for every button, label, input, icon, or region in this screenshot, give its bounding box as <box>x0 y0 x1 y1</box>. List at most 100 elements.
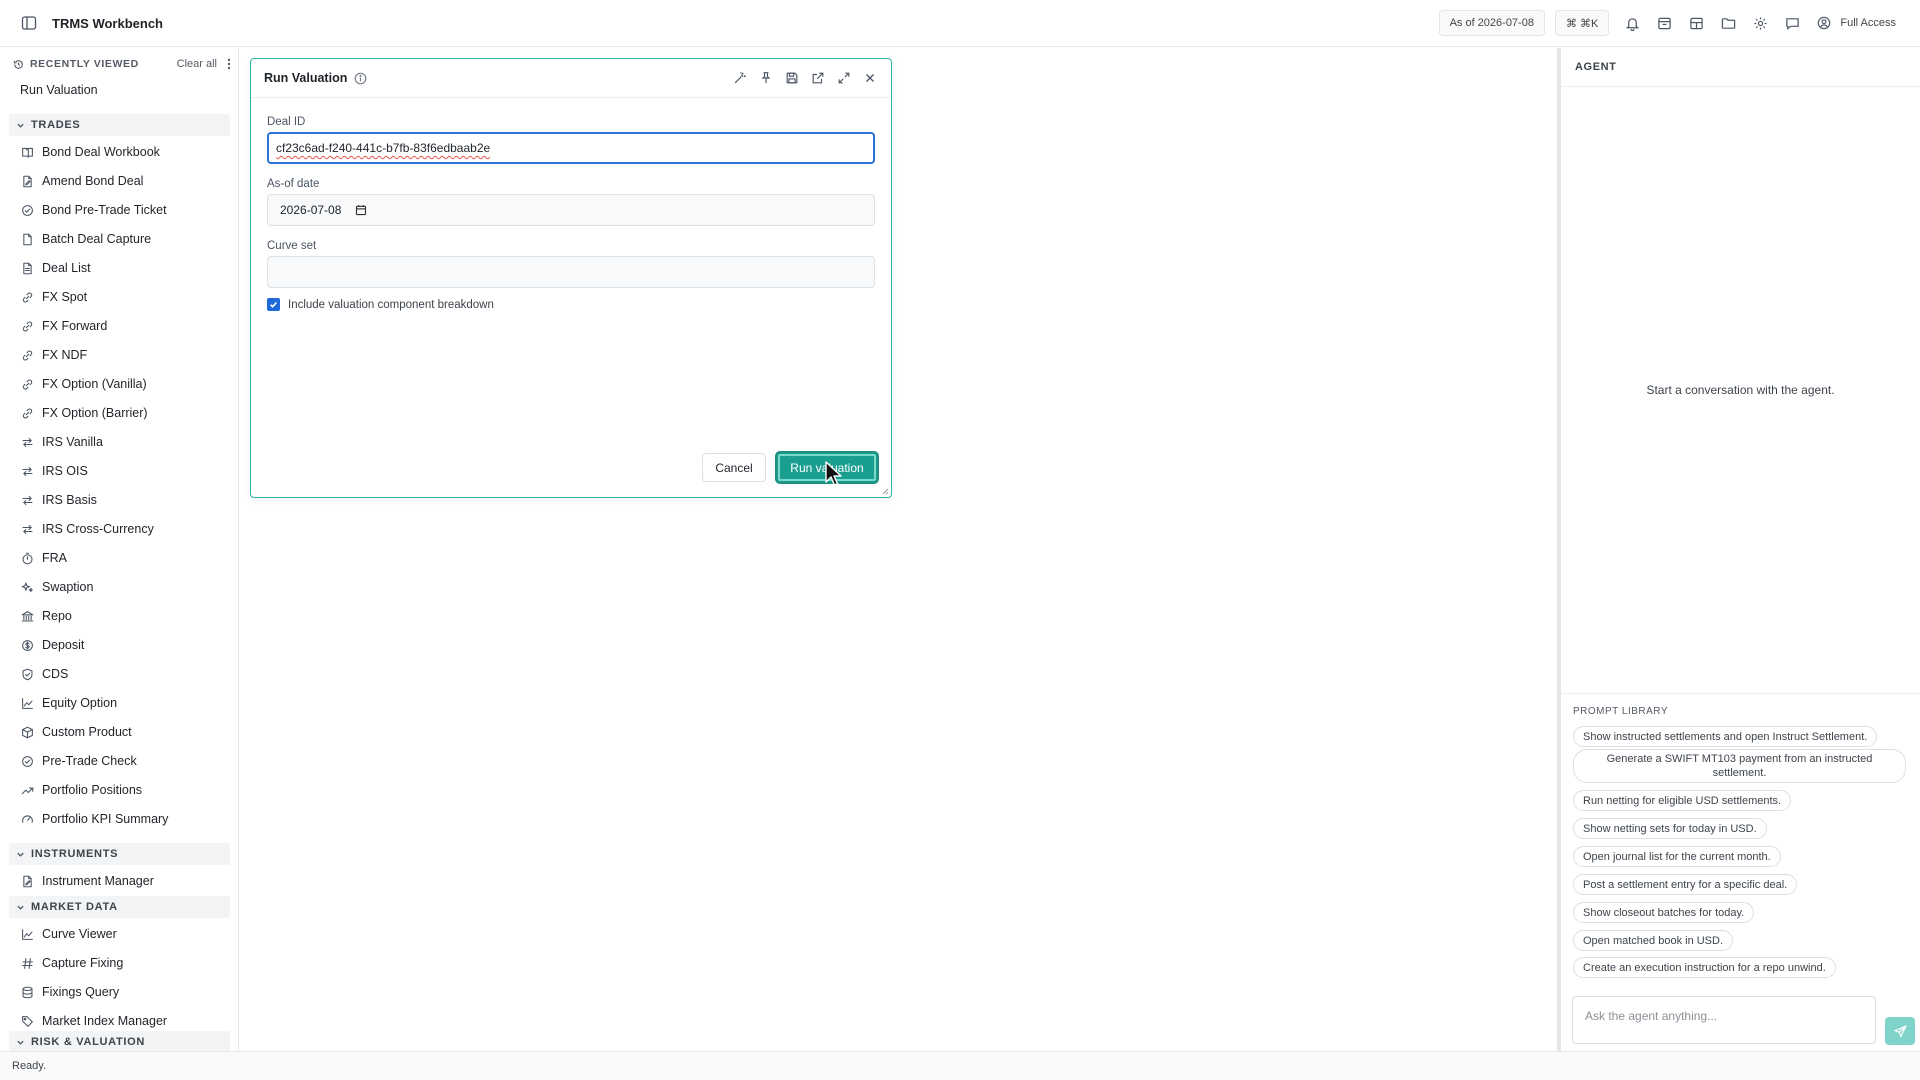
sidebar-item-swaption[interactable]: Swaption <box>20 577 93 597</box>
prompt-chip[interactable]: Show instructed settlements and open Ins… <box>1573 726 1878 747</box>
calendar-icon[interactable] <box>355 204 367 216</box>
recently-viewed-header: RECENTLY VIEWED Clear all <box>13 53 231 75</box>
sidebar-item-curve-viewer[interactable]: Curve Viewer <box>20 924 117 944</box>
external-link-icon[interactable] <box>811 71 825 85</box>
sidebar-item-label: FX Forward <box>42 319 108 333</box>
folder-icon[interactable] <box>1719 14 1737 32</box>
sidebar-item-fra[interactable]: FRA <box>20 548 67 568</box>
sidebar-item-fx-option-barrier[interactable]: FX Option (Barrier) <box>20 403 148 423</box>
sidebar-item-irs-ois[interactable]: IRS OIS <box>20 461 88 481</box>
recent-item-run-valuation[interactable]: Run Valuation <box>20 83 98 97</box>
command-palette-button[interactable]: ⌘ ⌘K <box>1554 10 1610 36</box>
sidebar-item-custom-product[interactable]: Custom Product <box>20 722 132 742</box>
prompt-chip[interactable]: Post a settlement entry for a specific d… <box>1573 874 1798 895</box>
bell-icon[interactable] <box>1623 14 1641 32</box>
sidebar-item-deposit[interactable]: Deposit <box>20 635 84 655</box>
info-icon[interactable] <box>354 72 367 85</box>
sidebar-toggle-icon[interactable] <box>20 14 38 32</box>
agent-panel: AGENT Start a conversation with the agen… <box>1557 48 1920 1051</box>
sidebar-item-capture-fixing[interactable]: Capture Fixing <box>20 953 123 973</box>
sidebar-item-portfolio-kpi-summary[interactable]: Portfolio KPI Summary <box>20 809 168 829</box>
sidebar-item-fx-option-vanilla[interactable]: FX Option (Vanilla) <box>20 374 147 394</box>
prompt-library-title: PROMPT LIBRARY <box>1573 706 1668 717</box>
dialog-header: Run Valuation <box>251 59 891 98</box>
deal-id-input[interactable]: cf23c6ad-f240-441c-b7fb-83f6edbaab2e <box>267 132 875 164</box>
run-valuation-dialog: Run Valuation Deal ID cf23c6ad-f240-441c… <box>250 58 892 498</box>
section-risk-label: RISK & VALUATION <box>31 1036 146 1048</box>
sidebar-item-fx-spot[interactable]: FX Spot <box>20 287 87 307</box>
magic-wand-icon[interactable] <box>733 71 747 85</box>
sidebar-item-equity-option[interactable]: Equity Option <box>20 693 117 713</box>
send-button[interactable] <box>1885 1017 1915 1045</box>
prompt-chip[interactable]: Generate a SWIFT MT103 payment from an i… <box>1573 749 1906 783</box>
sidebar-item-market-index-manager[interactable]: Market Index Manager <box>20 1011 167 1031</box>
check-circle-icon <box>20 754 34 768</box>
swap-icon <box>20 464 34 478</box>
access-indicator[interactable]: Full Access <box>1815 14 1896 32</box>
archive-icon[interactable] <box>1655 14 1673 32</box>
sidebar-item-fx-forward[interactable]: FX Forward <box>20 316 107 336</box>
sidebar-item-irs-basis[interactable]: IRS Basis <box>20 490 97 510</box>
pin-icon[interactable] <box>759 71 773 85</box>
sidebar-item-fixings-query[interactable]: Fixings Query <box>20 982 119 1002</box>
sidebar-item-instrument-manager[interactable]: Instrument Manager <box>20 871 154 891</box>
sidebar-item-label: Pre-Trade Check <box>42 754 137 768</box>
sidebar-item-label: Deal List <box>42 261 91 275</box>
prompt-chip[interactable]: Show closeout batches for today. <box>1573 902 1755 923</box>
sidebar-item-label: Bond Pre-Trade Ticket <box>42 203 167 217</box>
sidebar-item-label: FX Option (Barrier) <box>42 406 148 420</box>
sidebar-item-label: Curve Viewer <box>42 927 117 941</box>
breakdown-checkbox[interactable] <box>267 298 280 311</box>
line-chart-icon <box>20 927 34 941</box>
document-icon <box>20 232 34 246</box>
sidebar-item-irs-vanilla[interactable]: IRS Vanilla <box>20 432 103 452</box>
layout-icon[interactable] <box>1687 14 1705 32</box>
sidebar-item-label: CDS <box>42 667 69 681</box>
sidebar-item-cds[interactable]: CDS <box>20 664 68 684</box>
resize-grip-icon[interactable] <box>881 487 889 495</box>
section-trades[interactable]: TRADES <box>9 114 230 136</box>
line-chart-icon <box>20 696 34 710</box>
sidebar: RECENTLY VIEWED Clear all Run Valuation … <box>0 48 239 1051</box>
prompt-chip[interactable]: Create an execution instruction for a re… <box>1573 957 1836 978</box>
as-of-date-chip[interactable]: As of 2026-07-08 <box>1438 10 1545 36</box>
sidebar-item-label: Custom Product <box>42 725 132 739</box>
sidebar-item-label: FX NDF <box>42 348 88 362</box>
sidebar-item-fx-ndf[interactable]: FX NDF <box>20 345 87 365</box>
sidebar-item-amend-bond-deal[interactable]: Amend Bond Deal <box>20 171 143 191</box>
sidebar-item-portfolio-positions[interactable]: Portfolio Positions <box>20 780 142 800</box>
close-icon[interactable] <box>863 71 877 85</box>
sidebar-item-repo[interactable]: Repo <box>20 606 72 626</box>
section-instruments[interactable]: INSTRUMENTS <box>9 843 230 865</box>
sidebar-item-label: Instrument Manager <box>42 874 154 888</box>
more-vertical-icon[interactable] <box>227 58 231 70</box>
sidebar-item-batch-deal-capture[interactable]: Batch Deal Capture <box>20 229 151 249</box>
save-icon[interactable] <box>785 71 799 85</box>
prompt-chip[interactable]: Show netting sets for today in USD. <box>1573 818 1767 839</box>
sidebar-item-label: FRA <box>42 551 67 565</box>
agent-chat-input[interactable]: Ask the agent anything... <box>1572 996 1876 1044</box>
sidebar-item-label: IRS Vanilla <box>42 435 103 449</box>
as-of-date-input[interactable]: 2026-07-08 <box>267 194 875 226</box>
chat-icon[interactable] <box>1783 14 1801 32</box>
sidebar-item-bond-deal-workbook[interactable]: Bond Deal Workbook <box>20 142 160 162</box>
breakdown-checkbox-row[interactable]: Include valuation component breakdown <box>267 298 494 311</box>
cancel-button[interactable]: Cancel <box>702 453 766 482</box>
prompt-chip[interactable]: Open matched book in USD. <box>1573 930 1734 951</box>
sidebar-item-label: Capture Fixing <box>42 956 124 970</box>
section-risk-valuation[interactable]: RISK & VALUATION <box>9 1031 230 1051</box>
sidebar-item-bond-pre-trade-ticket[interactable]: Bond Pre-Trade Ticket <box>20 200 167 220</box>
prompt-chip[interactable]: Run netting for eligible USD settlements… <box>1573 790 1792 811</box>
sidebar-item-pre-trade-check[interactable]: Pre-Trade Check <box>20 751 137 771</box>
expand-icon[interactable] <box>837 71 851 85</box>
section-market-data[interactable]: MARKET DATA <box>9 896 230 918</box>
sidebar-item-deal-list[interactable]: Deal List <box>20 258 91 278</box>
sidebar-item-label: Batch Deal Capture <box>42 232 152 246</box>
prompt-chip[interactable]: Open journal list for the current month. <box>1573 846 1781 867</box>
sidebar-item-irs-cross-currency[interactable]: IRS Cross-Currency <box>20 519 154 539</box>
curve-set-input[interactable] <box>267 256 875 288</box>
clear-all-button[interactable]: Clear all <box>177 58 217 70</box>
coin-icon <box>20 638 34 652</box>
breakdown-checkbox-label: Include valuation component breakdown <box>288 298 494 311</box>
gear-icon[interactable] <box>1751 14 1769 32</box>
